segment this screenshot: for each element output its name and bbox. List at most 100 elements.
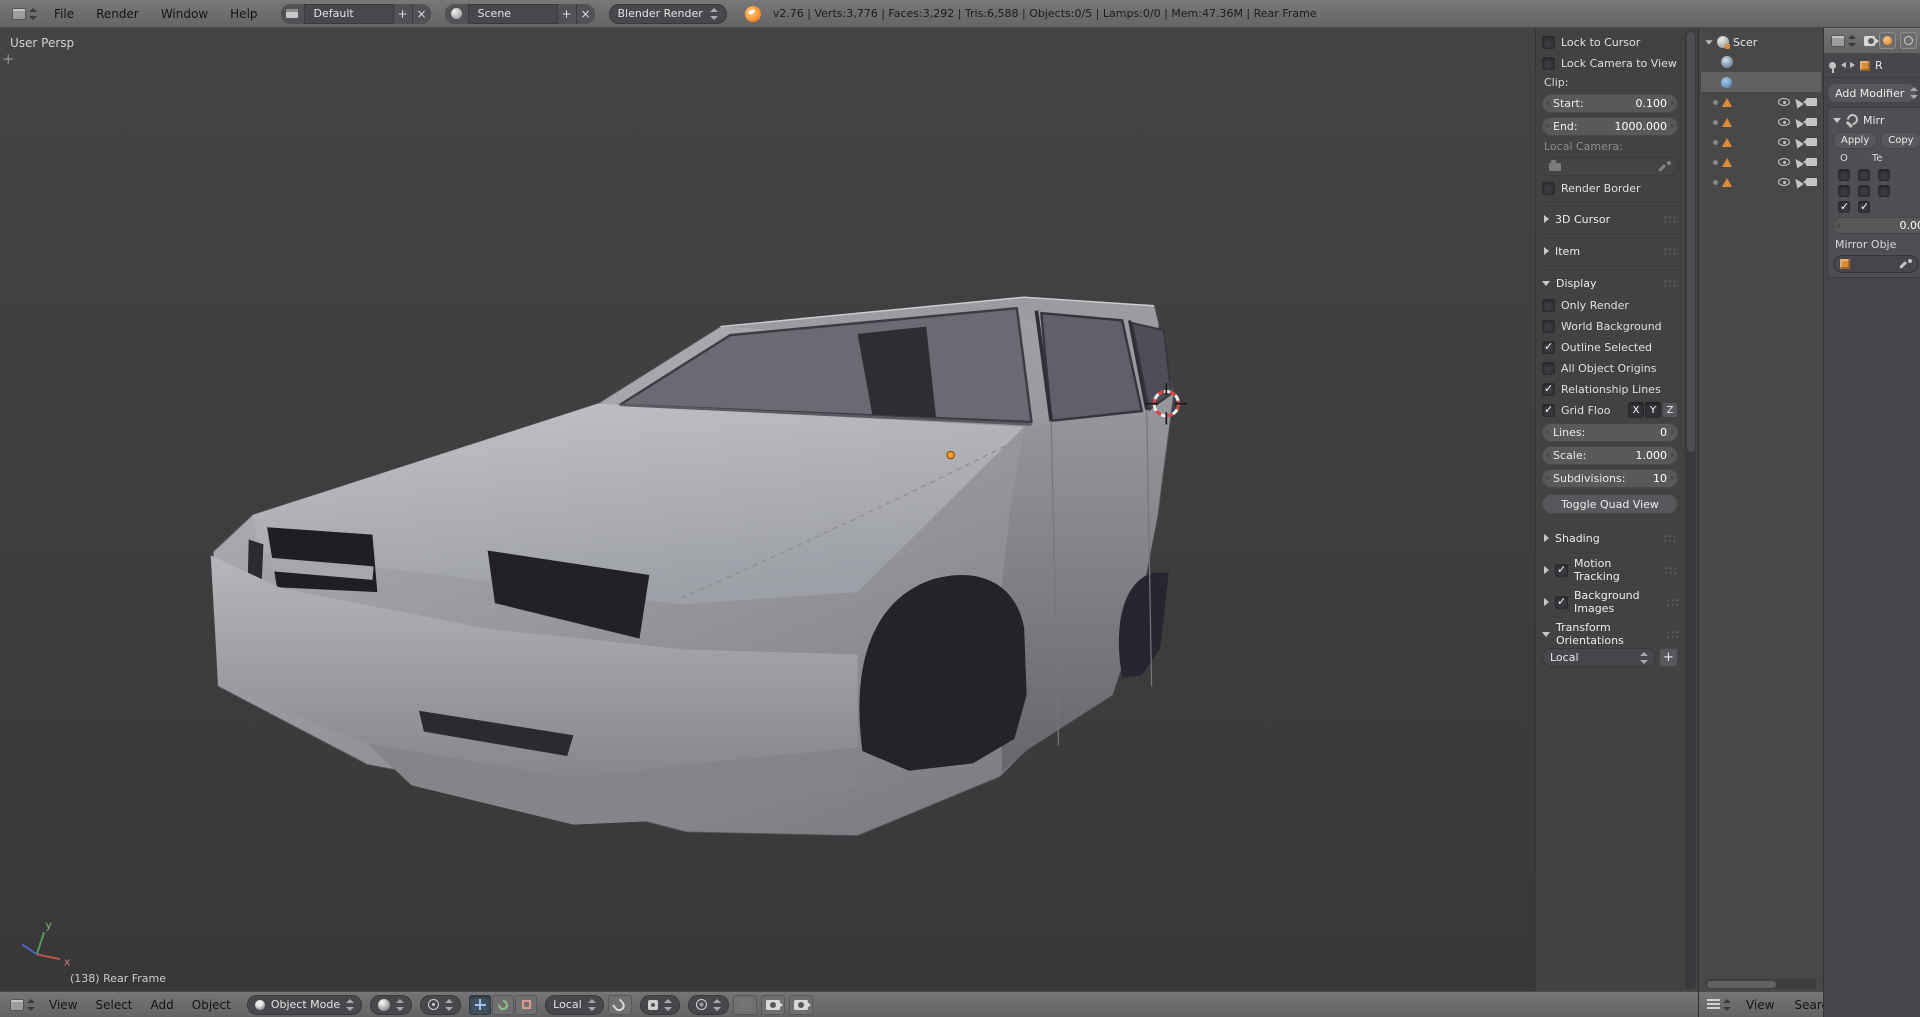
- expand-dot-icon[interactable]: [1713, 99, 1718, 105]
- checkbox[interactable]: [1542, 181, 1555, 195]
- viewport-shading-select[interactable]: [370, 994, 413, 1015]
- opengl-render-anim-button[interactable]: [788, 994, 813, 1015]
- outliner-object-row[interactable]: [1701, 92, 1821, 112]
- panel-drag-grip[interactable]: [1665, 629, 1678, 639]
- menu-view[interactable]: View: [41, 998, 85, 1012]
- world-background-checkbox[interactable]: World Background: [1542, 316, 1678, 336]
- menu-object[interactable]: Object: [184, 998, 239, 1012]
- outliner-world-row[interactable]: [1701, 52, 1821, 72]
- panel-display[interactable]: Display: [1542, 272, 1678, 294]
- all-object-origins-checkbox[interactable]: All Object Origins: [1542, 358, 1678, 378]
- mirror-object-field[interactable]: [1833, 255, 1919, 273]
- add-scene-button[interactable]: +: [556, 3, 576, 24]
- outliner-object-row[interactable]: [1701, 132, 1821, 152]
- snap-element-select[interactable]: [639, 994, 680, 1015]
- outliner-object-row[interactable]: [1701, 112, 1821, 132]
- renderability-camera-icon[interactable]: [1803, 158, 1817, 166]
- mirror-option-checkbox[interactable]: [1838, 169, 1850, 181]
- visibility-eye-icon[interactable]: [1778, 98, 1790, 106]
- outliner-tree[interactable]: Scer: [1699, 28, 1823, 977]
- panel-item[interactable]: Item: [1542, 240, 1678, 262]
- expanded-triangle-icon[interactable]: [1705, 39, 1713, 45]
- add-orientation-button[interactable]: +: [1659, 648, 1678, 667]
- pivot-point-select[interactable]: [420, 994, 462, 1015]
- apply-button[interactable]: Apply: [1833, 132, 1878, 149]
- add-layout-button[interactable]: +: [392, 3, 412, 24]
- menu-add[interactable]: Add: [143, 998, 182, 1012]
- outliner-hscrollbar-thumb[interactable]: [1707, 980, 1777, 988]
- layers-widget[interactable]: [732, 994, 757, 1015]
- grid-floor-checkbox[interactable]: [1542, 403, 1555, 417]
- header-icon-button[interactable]: [1879, 32, 1896, 49]
- clip-end-field[interactable]: End: 1000.000: [1542, 116, 1678, 136]
- visibility-eye-icon[interactable]: [1778, 118, 1790, 126]
- add-modifier-button[interactable]: Add Modifier: [1827, 83, 1919, 103]
- panel-drag-grip[interactable]: [1666, 597, 1678, 607]
- delete-scene-button[interactable]: ×: [575, 3, 595, 24]
- scene-selector[interactable]: Scene + ×: [444, 3, 595, 24]
- lock-to-cursor-checkbox[interactable]: Lock to Cursor: [1542, 32, 1678, 52]
- mirror-option-checkbox[interactable]: [1858, 185, 1870, 197]
- mirror-option-checkbox[interactable]: [1858, 169, 1870, 181]
- panel-shading[interactable]: Shading: [1542, 527, 1678, 549]
- editor-type-button[interactable]: [1703, 997, 1735, 1013]
- expand-dot-icon[interactable]: [1713, 119, 1718, 125]
- expand-dot-icon[interactable]: [1713, 179, 1718, 185]
- panel-drag-grip[interactable]: [1663, 565, 1678, 575]
- outliner-object-row[interactable]: [1701, 172, 1821, 192]
- renderability-camera-icon[interactable]: [1803, 138, 1817, 146]
- outliner-view-menu[interactable]: View: [1737, 998, 1783, 1012]
- viewport-canvas[interactable]: x y: [0, 28, 1698, 991]
- renderability-camera-icon[interactable]: [1803, 118, 1817, 126]
- outliner-hscrollbar[interactable]: [1705, 979, 1817, 989]
- scale-manipulator-toggle[interactable]: [515, 994, 538, 1015]
- car-model[interactable]: [210, 296, 1175, 837]
- panel-transform-orientations[interactable]: Transform Orientations: [1542, 621, 1678, 647]
- relationship-lines-checkbox[interactable]: Relationship Lines: [1542, 379, 1678, 399]
- menu-render[interactable]: Render: [87, 7, 148, 21]
- transform-orientation-select[interactable]: Local: [545, 994, 604, 1015]
- menu-window[interactable]: Window: [152, 7, 217, 21]
- mirror-option-checkbox[interactable]: [1838, 200, 1850, 213]
- visibility-eye-icon[interactable]: [1778, 138, 1790, 146]
- screen-layout-selector[interactable]: Default + ×: [280, 3, 431, 24]
- eyedropper-icon[interactable]: [1660, 161, 1671, 172]
- menu-file[interactable]: File: [45, 7, 83, 21]
- delete-layout-button[interactable]: ×: [411, 3, 431, 24]
- mirror-modifier-header[interactable]: Mirr: [1833, 112, 1920, 128]
- axis-y-toggle[interactable]: Y: [1645, 402, 1661, 418]
- expand-toolshelf-icon[interactable]: +: [2, 50, 15, 68]
- render-engine-select[interactable]: Blender Render: [608, 3, 727, 24]
- axis-x-toggle[interactable]: X: [1628, 402, 1644, 418]
- menu-help[interactable]: Help: [221, 7, 266, 21]
- lock-camera-to-view-checkbox[interactable]: Lock Camera to View: [1542, 53, 1678, 73]
- mirror-option-checkbox[interactable]: [1838, 185, 1850, 197]
- outliner-search-menu[interactable]: Search: [1785, 998, 1823, 1012]
- checkbox[interactable]: [1542, 361, 1555, 375]
- panel-3d-cursor[interactable]: 3D Cursor: [1542, 208, 1678, 230]
- copy-button[interactable]: Copy: [1880, 132, 1920, 149]
- panel-drag-grip[interactable]: [1663, 246, 1678, 256]
- orientation-select[interactable]: Local: [1542, 648, 1656, 667]
- proportional-edit-select[interactable]: [687, 994, 729, 1015]
- header-icon-button[interactable]: [1900, 32, 1917, 49]
- 3d-viewport[interactable]: x y User Persp + (138) Rear Frame Lock t…: [0, 28, 1698, 991]
- panel-drag-grip[interactable]: [1663, 533, 1678, 543]
- checkbox[interactable]: [1542, 340, 1555, 354]
- toggle-quad-view-button[interactable]: Toggle Quad View: [1542, 494, 1678, 514]
- outliner-selected-row[interactable]: [1701, 72, 1821, 92]
- editor-type-button[interactable]: [1827, 33, 1860, 49]
- renderability-camera-icon[interactable]: [1803, 178, 1817, 186]
- outliner-scene-row[interactable]: Scer: [1701, 32, 1821, 52]
- checkbox[interactable]: [1542, 382, 1555, 396]
- checkbox[interactable]: [1542, 319, 1555, 333]
- renderability-camera-icon[interactable]: [1803, 98, 1817, 106]
- pin-icon[interactable]: [1829, 62, 1836, 73]
- panel-motion-tracking[interactable]: Motion Tracking: [1542, 557, 1678, 583]
- axis-z-toggle[interactable]: Z: [1662, 402, 1678, 418]
- editor-type-button[interactable]: [8, 6, 41, 22]
- panel-drag-grip[interactable]: [1663, 214, 1678, 224]
- checkbox[interactable]: [1542, 56, 1555, 70]
- screen-layout-value[interactable]: Default: [305, 4, 393, 24]
- only-render-checkbox[interactable]: Only Render: [1542, 295, 1678, 315]
